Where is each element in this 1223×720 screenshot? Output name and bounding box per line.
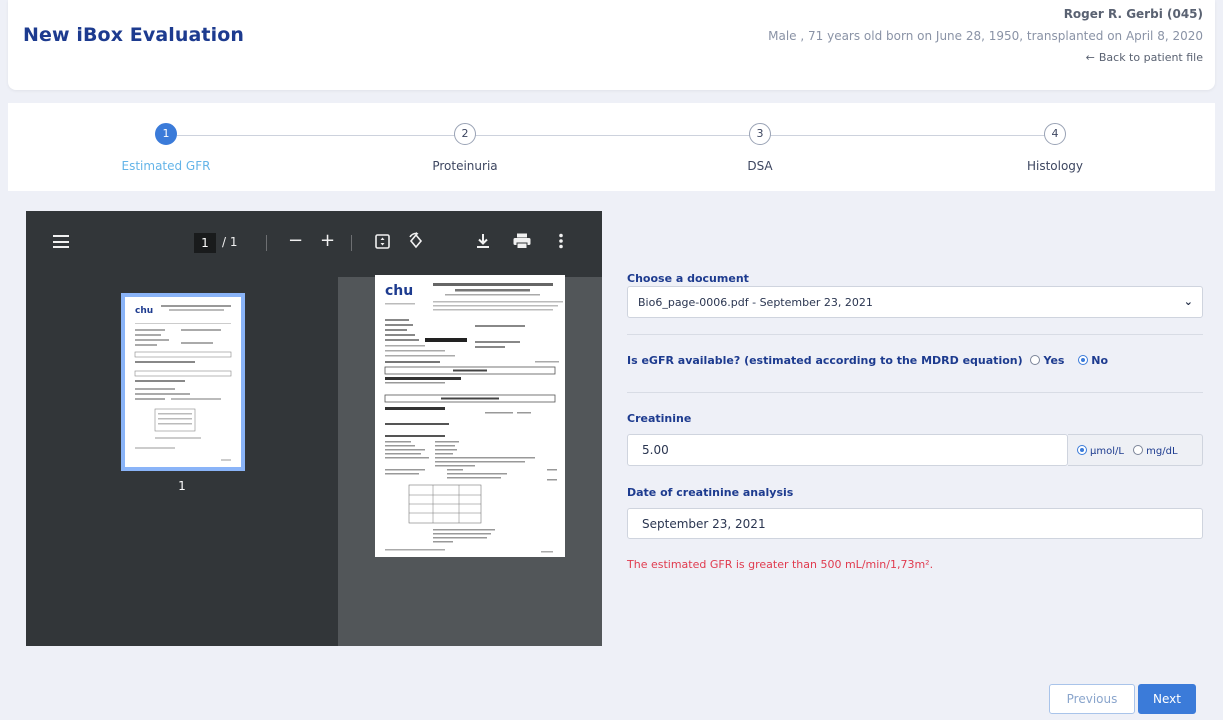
- step-label: DSA: [747, 159, 773, 173]
- pdf-page-area[interactable]: chu: [338, 275, 602, 646]
- radio-umol[interactable]: [1077, 445, 1087, 455]
- thumbnail-number: 1: [178, 479, 186, 493]
- step-dsa[interactable]: 3 DSA: [690, 123, 830, 173]
- unit-mg-label: mg/dL: [1146, 446, 1178, 457]
- menu-icon[interactable]: [53, 235, 69, 248]
- radio-no[interactable]: [1078, 355, 1089, 365]
- document-select[interactable]: Bio6_page-0006.pdf - September 23, 2021 …: [627, 286, 1203, 318]
- egfr-yes-label: Yes: [1043, 354, 1065, 367]
- more-icon[interactable]: [559, 233, 563, 254]
- toolbar-divider: [266, 235, 267, 251]
- chevron-down-icon: ⌄: [1183, 295, 1193, 308]
- egfr-question: Is eGFR available? (estimated according …: [627, 354, 1108, 367]
- step-label: Proteinuria: [432, 159, 498, 173]
- egfr-no-label: No: [1091, 354, 1109, 367]
- radio-mg[interactable]: [1133, 445, 1144, 455]
- unit-selector: µmol/L mg/dL: [1068, 434, 1203, 466]
- egfr-no-option[interactable]: No: [1078, 354, 1108, 367]
- document-label: Choose a document: [627, 272, 749, 285]
- divider: [627, 392, 1203, 393]
- thumbnail-sidebar: chu 1: [26, 277, 338, 646]
- download-icon[interactable]: [476, 233, 490, 254]
- svg-text:chu: chu: [135, 306, 153, 316]
- page-total: / 1: [222, 235, 238, 249]
- pdf-viewer[interactable]: 1 / 1 − + chu 1 chu: [26, 211, 602, 646]
- pdf-page: chu: [375, 275, 565, 557]
- creatinine-input[interactable]: 5.00: [627, 434, 1068, 466]
- patient-name: Roger R. Gerbi (045): [1063, 7, 1203, 21]
- back-to-patient-link[interactable]: ← Back to patient file: [768, 51, 1203, 64]
- unit-mg-option[interactable]: mg/dL: [1133, 445, 1178, 457]
- toolbar-divider: [351, 235, 352, 251]
- zoom-out-icon[interactable]: −: [288, 230, 303, 251]
- page-number-input[interactable]: 1: [194, 233, 216, 253]
- document-select-value: Bio6_page-0006.pdf - September 23, 2021: [638, 296, 873, 309]
- svg-text:chu: chu: [385, 283, 413, 299]
- creatinine-label: Creatinine: [627, 412, 692, 425]
- previous-button[interactable]: Previous: [1049, 684, 1135, 714]
- zoom-in-icon[interactable]: +: [320, 230, 335, 251]
- egfr-question-text: Is eGFR available? (estimated according …: [627, 354, 1023, 367]
- date-input[interactable]: September 23, 2021: [627, 508, 1203, 539]
- step-connector: [177, 135, 1060, 136]
- date-label: Date of creatinine analysis: [627, 486, 794, 499]
- step-number: 1: [155, 123, 177, 145]
- step-proteinuria[interactable]: 2 Proteinuria: [395, 123, 535, 173]
- page-header: New iBox Evaluation Roger R. Gerbi (045)…: [8, 0, 1215, 90]
- patient-summary: Roger R. Gerbi (045) Male , 71 years old…: [768, 7, 1203, 64]
- step-number: 3: [749, 123, 771, 145]
- step-number: 4: [1044, 123, 1066, 145]
- patient-info: Male , 71 years old born on June 28, 195…: [768, 29, 1203, 43]
- step-estimated-gfr[interactable]: 1 Estimated GFR: [96, 123, 236, 173]
- page-title: New iBox Evaluation: [23, 24, 244, 46]
- pdf-toolbar: 1 / 1 − +: [26, 211, 602, 277]
- wizard-stepper: 1 Estimated GFR 2 Proteinuria 3 DSA 4 Hi…: [8, 103, 1215, 191]
- print-icon[interactable]: [513, 233, 531, 254]
- unit-umol-label: µmol/L: [1090, 446, 1124, 457]
- divider: [627, 334, 1203, 335]
- step-histology[interactable]: 4 Histology: [985, 123, 1125, 173]
- rotate-icon[interactable]: [407, 232, 425, 255]
- gfr-warning: The estimated GFR is greater than 500 mL…: [627, 558, 934, 571]
- unit-umol-option[interactable]: µmol/L: [1077, 445, 1124, 457]
- radio-yes[interactable]: [1030, 355, 1041, 365]
- egfr-yes-option[interactable]: Yes: [1030, 354, 1064, 367]
- next-button[interactable]: Next: [1138, 684, 1196, 714]
- fit-page-icon[interactable]: [375, 233, 390, 254]
- main-panel: 1 / 1 − + chu 1 chu Choose a document Bi…: [8, 191, 1215, 720]
- back-link-label: Back to patient file: [1098, 51, 1203, 64]
- arrow-left-icon: ←: [1085, 51, 1095, 64]
- page-thumbnail[interactable]: chu: [121, 293, 245, 471]
- step-label: Estimated GFR: [121, 159, 211, 173]
- step-label: Histology: [1026, 159, 1084, 173]
- step-number: 2: [454, 123, 476, 145]
